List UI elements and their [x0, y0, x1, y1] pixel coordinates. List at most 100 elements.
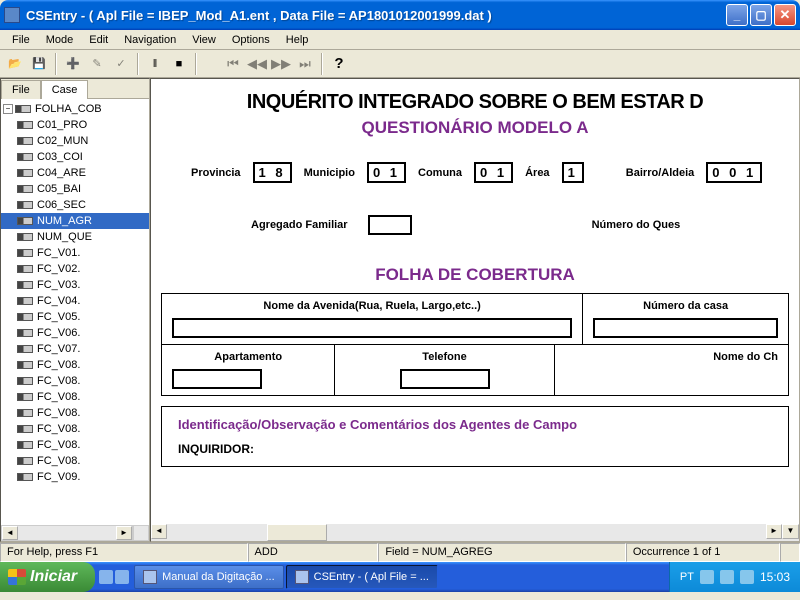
input-tel[interactable]	[400, 369, 490, 389]
tree-item[interactable]: C01_PRO	[1, 117, 149, 133]
label-apto: Apartamento	[172, 351, 324, 363]
tool-add-icon[interactable]: ➕	[62, 53, 84, 75]
tree-item[interactable]: FC_V08.	[1, 373, 149, 389]
field-agregado[interactable]	[368, 215, 412, 235]
label-comuna: Comuna	[418, 167, 462, 179]
label-numcasa: Número da casa	[593, 300, 778, 312]
tree-item[interactable]: FC_V01.	[1, 245, 149, 261]
maximize-button[interactable]: ▢	[750, 4, 772, 26]
menu-navigation[interactable]: Navigation	[116, 32, 184, 48]
taskbar-item-manual[interactable]: Manual da Digitação ...	[134, 565, 284, 589]
form-hscroll[interactable]: ◄ ► ▼	[151, 524, 799, 541]
tree-item[interactable]: FC_V07.	[1, 341, 149, 357]
menu-file[interactable]: File	[4, 32, 38, 48]
ql-icon-1[interactable]	[99, 570, 113, 584]
tree-item[interactable]: NUM_QUE	[1, 229, 149, 245]
tree-item[interactable]: C05_BAI	[1, 181, 149, 197]
tree-root[interactable]: −FOLHA_COB	[1, 101, 149, 117]
tray-icon-2[interactable]	[720, 570, 734, 584]
clock[interactable]: 15:03	[760, 570, 790, 584]
window-title: CSEntry - ( Apl File = IBEP_Mod_A1.ent ,…	[26, 8, 726, 23]
start-button[interactable]: Iniciar	[0, 562, 95, 592]
field-comuna[interactable]: 0 1	[474, 162, 513, 183]
tray-icon-3[interactable]	[740, 570, 754, 584]
tree-tab-file[interactable]: File	[1, 80, 41, 99]
tree-item[interactable]: FC_V08.	[1, 389, 149, 405]
taskbar-item-label: Manual da Digitação ...	[162, 571, 275, 583]
tree-item[interactable]: FC_V04.	[1, 293, 149, 309]
field-municipio[interactable]: 0 1	[367, 162, 406, 183]
status-bar: For Help, press F1 ADD Field = NUM_AGREG…	[0, 542, 800, 562]
tree-vscroll-corner	[133, 525, 149, 541]
help-icon[interactable]: ?	[328, 53, 350, 75]
csentry-icon	[295, 570, 309, 584]
field-provincia[interactable]: 1 8	[253, 162, 292, 183]
tree-item[interactable]: FC_V05.	[1, 309, 149, 325]
menu-view[interactable]: View	[184, 32, 224, 48]
tree-item[interactable]: FC_V06.	[1, 325, 149, 341]
input-avenida[interactable]	[172, 318, 572, 338]
section-header: FOLHA DE COBERTURA	[161, 265, 789, 285]
status-mode: ADD	[248, 543, 379, 562]
tree-item[interactable]: C06_SEC	[1, 197, 149, 213]
tool-open-icon[interactable]: 📂	[4, 53, 26, 75]
toolbar: 📂 💾 ➕ ✎ ✓ ‖ ■ ⏮ ◀◀ ▶▶ ⏭ ?	[0, 50, 800, 78]
taskbar-item-csentry[interactable]: CSEntry - ( Apl File = ...	[286, 565, 438, 589]
system-tray: PT 15:03	[669, 562, 800, 592]
tree-item[interactable]: FC_V02.	[1, 261, 149, 277]
label-nomech: Nome do Ch	[565, 351, 778, 363]
nav-prev-icon[interactable]: ◀◀	[246, 53, 268, 75]
status-help: For Help, press F1	[0, 543, 248, 562]
tool-stop-icon[interactable]: ■	[168, 53, 190, 75]
tree-item[interactable]: C03_COI	[1, 149, 149, 165]
tree-item[interactable]: FC_V08.	[1, 357, 149, 373]
menu-help[interactable]: Help	[278, 32, 317, 48]
tree-item[interactable]: C04_ARE	[1, 165, 149, 181]
start-label: Iniciar	[30, 568, 77, 586]
taskbar-item-label: CSEntry - ( Apl File = ...	[314, 571, 429, 583]
menu-bar: File Mode Edit Navigation View Options H…	[0, 30, 800, 50]
app-icon	[4, 7, 20, 23]
word-icon	[143, 570, 157, 584]
language-indicator[interactable]: PT	[680, 571, 694, 583]
status-occurrence: Occurrence 1 of 1	[626, 543, 780, 562]
ql-icon-2[interactable]	[115, 570, 129, 584]
input-apto[interactable]	[172, 369, 262, 389]
tray-icon-1[interactable]	[700, 570, 714, 584]
tree-item[interactable]: FC_V08.	[1, 421, 149, 437]
label-avenida: Nome da Avenida(Rua, Ruela, Largo,etc..)	[172, 300, 572, 312]
comments-header: Identificação/Observação e Comentários d…	[178, 417, 772, 432]
nav-first-icon[interactable]: ⏮	[222, 53, 244, 75]
nav-next-icon[interactable]: ▶▶	[270, 53, 292, 75]
quick-launch	[99, 570, 129, 584]
field-bairro[interactable]: 0 0 1	[706, 162, 762, 183]
minimize-button[interactable]: _	[726, 4, 748, 26]
menu-mode[interactable]: Mode	[38, 32, 82, 48]
tree-item[interactable]: FC_V08.	[1, 437, 149, 453]
tool-edit-icon[interactable]: ✎	[86, 53, 108, 75]
input-numcasa[interactable]	[593, 318, 778, 338]
tree-item[interactable]: FC_V03.	[1, 277, 149, 293]
tool-check-icon[interactable]: ✓	[110, 53, 132, 75]
nav-last-icon[interactable]: ⏭	[294, 53, 316, 75]
status-grip	[780, 543, 800, 562]
menu-options[interactable]: Options	[224, 32, 278, 48]
field-area[interactable]: 1	[562, 162, 584, 183]
form-title: INQUÉRITO INTEGRADO SOBRE O BEM ESTAR D	[161, 91, 789, 114]
tree-item[interactable]: FC_V08.	[1, 405, 149, 421]
tool-save-icon[interactable]: 💾	[28, 53, 50, 75]
tree-item[interactable]: C02_MUN	[1, 133, 149, 149]
form-subtitle: QUESTIONÁRIO MODELO A	[161, 118, 789, 138]
tree-hscroll[interactable]: ◄►	[1, 525, 133, 541]
tool-pause-icon[interactable]: ‖	[144, 53, 166, 75]
label-numques: Número do Ques	[592, 219, 681, 231]
tree-item[interactable]: NUM_AGR	[1, 213, 149, 229]
tree-item[interactable]: FC_V09.	[1, 469, 149, 485]
menu-edit[interactable]: Edit	[81, 32, 116, 48]
label-area: Área	[525, 167, 549, 179]
tree-item[interactable]: FC_V08.	[1, 453, 149, 469]
form-panel: INQUÉRITO INTEGRADO SOBRE O BEM ESTAR D …	[150, 78, 800, 542]
label-agregado: Agregado Familiar	[251, 219, 348, 231]
close-button[interactable]: ✕	[774, 4, 796, 26]
tree-tab-case[interactable]: Case	[41, 80, 89, 99]
